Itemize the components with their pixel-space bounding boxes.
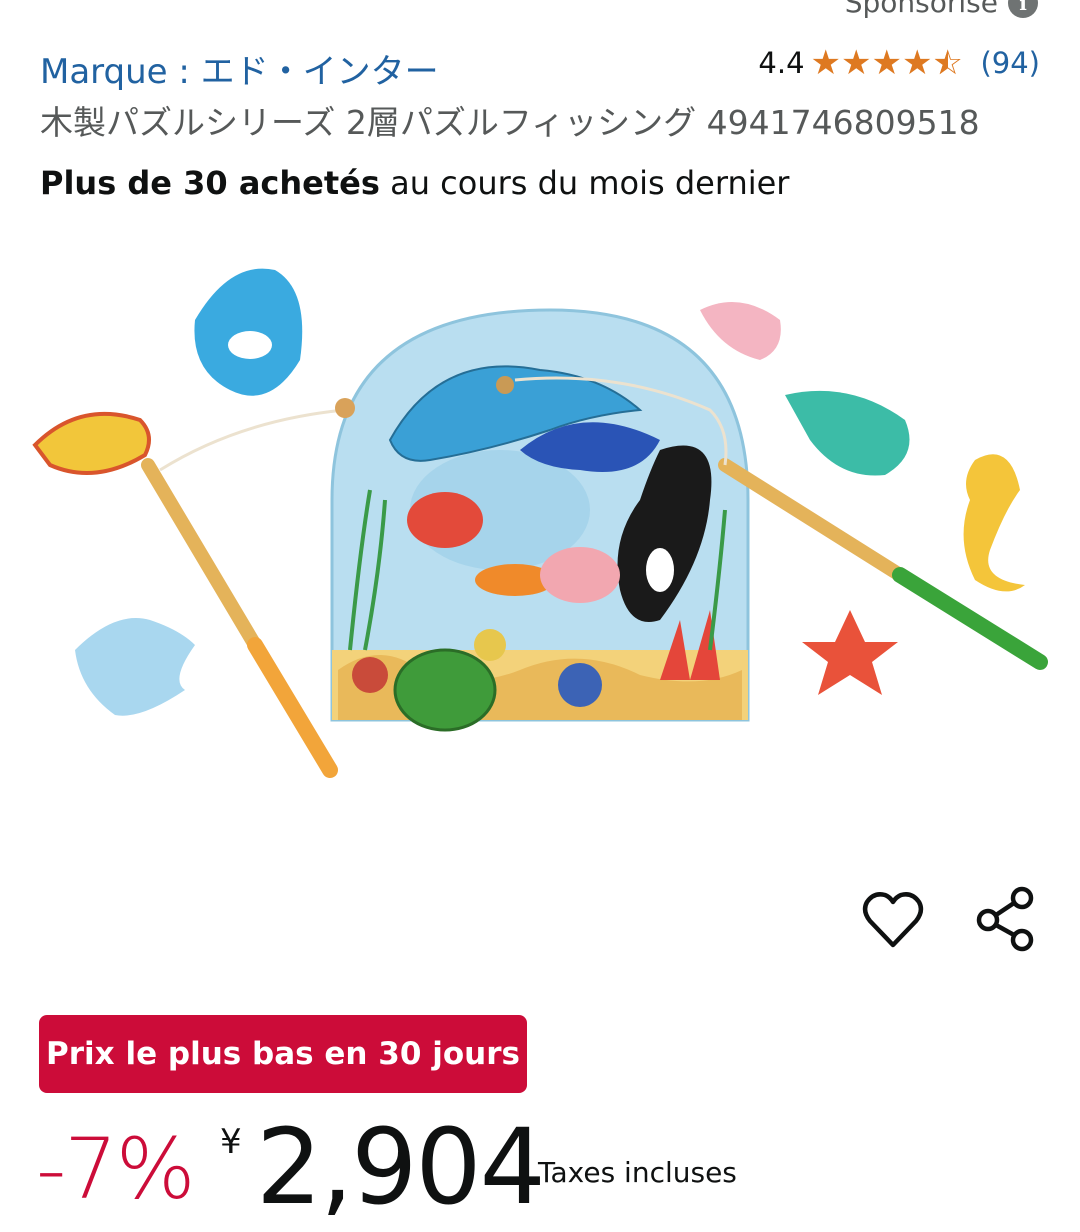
- info-icon[interactable]: i: [1008, 0, 1038, 18]
- bought-count-rest: au cours du mois dernier: [379, 164, 790, 202]
- turtle-piece: [393, 648, 497, 732]
- deal-badge: Prix le plus bas en 30 jours: [39, 1015, 527, 1093]
- star-icon: ★: [901, 43, 933, 83]
- yellow-fish-piece: [32, 411, 151, 475]
- star-icon: ★: [841, 43, 872, 83]
- star-icon: ★: [871, 43, 902, 83]
- product-image[interactable]: [20, 250, 1060, 810]
- shell-piece: [700, 302, 781, 360]
- crab-piece: [407, 492, 483, 548]
- brand-link[interactable]: Marque : エド・インター: [40, 44, 439, 93]
- discount-percent: -7%: [36, 1120, 196, 1218]
- tax-note: Taxes incluses: [538, 1156, 737, 1189]
- rating-value: 4.4: [758, 46, 805, 80]
- star-rating: ★ ★ ★ ★ ☆ ★: [811, 46, 967, 80]
- currency-symbol: ¥: [220, 1122, 242, 1162]
- ray-piece: [75, 618, 195, 716]
- rating-summary[interactable]: 4.4 ★ ★ ★ ★ ☆ ★ (94): [758, 46, 1040, 80]
- brand-rating-row: Marque : エド・インター 4.4 ★ ★ ★ ★ ☆ ★ (94): [40, 42, 1040, 93]
- price-amount: 2,904: [256, 1106, 546, 1228]
- share-icon: [976, 886, 1034, 952]
- pufferfish-piece: [785, 390, 910, 476]
- half-star-icon: ☆ ★: [932, 43, 963, 83]
- sponsored-text: Sponsorisé: [844, 0, 998, 19]
- sponsored-label[interactable]: Sponsorisé i: [845, 0, 1038, 19]
- starfish-piece: [802, 610, 898, 695]
- price-row: -7% ¥ 2,904 Taxes incluses: [36, 1106, 1036, 1230]
- heart-icon: [862, 892, 924, 948]
- bought-count: Plus de 30 achetés au cours du mois dern…: [40, 164, 789, 202]
- rating-count[interactable]: (94): [980, 46, 1040, 80]
- wishlist-button[interactable]: [860, 888, 926, 954]
- seahorse-piece: [963, 454, 1025, 592]
- bought-count-bold: Plus de 30 achetés: [40, 164, 380, 202]
- fishing-rod-left: [141, 398, 355, 778]
- star-icon: ★: [810, 43, 842, 83]
- product-title[interactable]: 木製パズルシリーズ 2層パズルフィッシング 4941746809518: [40, 96, 1040, 144]
- share-button[interactable]: [970, 884, 1040, 954]
